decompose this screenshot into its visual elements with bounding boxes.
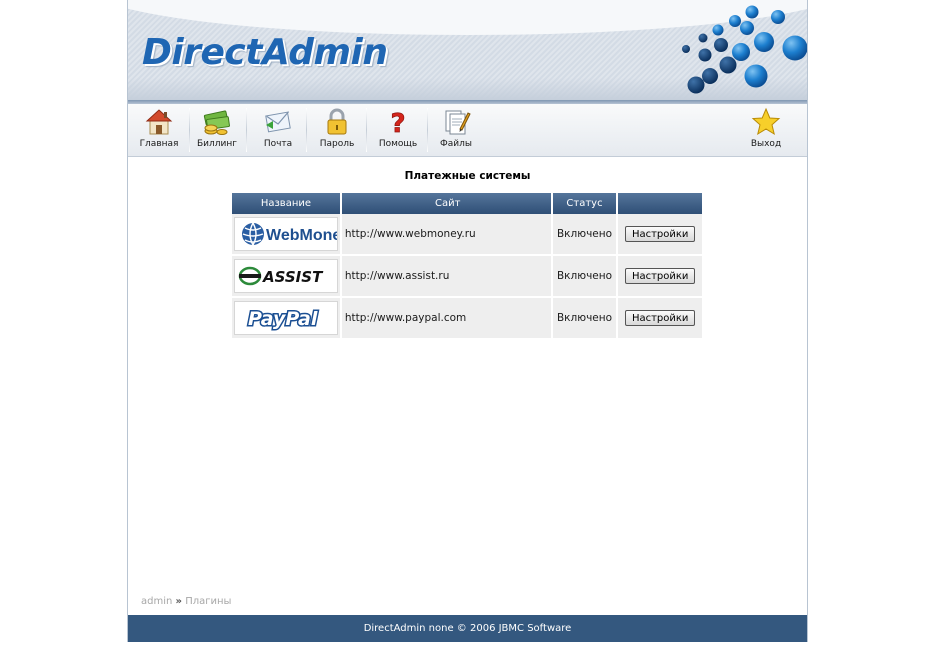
toolbar-help-label: Помощь: [378, 139, 418, 149]
toolbar-mail[interactable]: Почта: [248, 104, 308, 156]
question-icon: ?: [390, 109, 406, 137]
header-name: Название: [232, 193, 340, 214]
mail-icon: [265, 111, 291, 133]
table-row: WebMoney http://www.webmoney.ru Включено…: [232, 214, 702, 256]
row-status: Включено: [552, 256, 617, 298]
footer: DirectAdmin none © 2006 JBMC Software: [128, 615, 807, 642]
breadcrumb-admin[interactable]: admin: [141, 596, 172, 607]
home-icon: [145, 109, 173, 135]
table-row: ASSIST http://www.assist.ru Включено Нас…: [232, 256, 702, 298]
svg-text:?: ?: [390, 109, 405, 137]
settings-button[interactable]: Настройки: [625, 310, 696, 326]
row-site: http://www.paypal.com: [341, 298, 551, 340]
money-icon: [203, 110, 230, 135]
footer-text: DirectAdmin none © 2006 JBMC Software: [363, 623, 572, 634]
webmoney-logo: WebMoney: [233, 217, 350, 251]
toolbar-home[interactable]: Главная: [129, 104, 189, 156]
toolbar-logout-label: Выход: [750, 139, 782, 149]
directadmin-logo: DirectAdmin: [142, 32, 388, 73]
toolbar-billing-label: Биллинг: [197, 139, 237, 149]
toolbar-mail-label: Почта: [263, 139, 293, 149]
payment-systems-table: Название Сайт Статус WebMoney: [230, 193, 704, 340]
toolbar-files[interactable]: Файлы: [426, 104, 486, 156]
toolbar-logout[interactable]: Выход: [736, 104, 796, 156]
breadcrumb-separator: »: [175, 596, 182, 607]
svg-text:WebMoney: WebMoney: [266, 227, 337, 244]
page-container: DirectAdmin Главная Биллинг Почта Пароль…: [127, 0, 808, 642]
page-title: Платежные системы: [404, 170, 531, 182]
header-site: Сайт: [341, 193, 551, 214]
star-icon: [751, 107, 781, 136]
main-toolbar: Главная Биллинг Почта Пароль ? Помощь Фа…: [128, 104, 807, 157]
settings-button[interactable]: Настройки: [625, 226, 696, 242]
assist-logo: ASSIST: [233, 259, 338, 293]
table-header-row: Название Сайт Статус: [232, 193, 702, 214]
breadcrumb-plugins[interactable]: Плагины: [185, 596, 231, 607]
toolbar-home-label: Главная: [139, 139, 179, 149]
table-row: PayPal http://www.paypal.com Включено На…: [232, 298, 702, 340]
paypal-logo: PayPal: [233, 301, 338, 335]
breadcrumb: admin » Плагины: [141, 596, 231, 607]
row-site: http://www.assist.ru: [341, 256, 551, 298]
bubbles-decoration: [682, 5, 807, 94]
header-action: [618, 193, 702, 214]
header-status: Статус: [552, 193, 617, 214]
toolbar-files-label: Файлы: [440, 139, 472, 149]
row-status: Включено: [552, 214, 617, 256]
settings-button[interactable]: Настройки: [625, 268, 696, 284]
svg-text:PayPal: PayPal: [248, 308, 318, 330]
row-status: Включено: [552, 298, 617, 340]
files-icon: [445, 110, 471, 135]
header-banner: DirectAdmin: [128, 0, 807, 100]
toolbar-billing[interactable]: Биллинг: [187, 104, 247, 156]
svg-text:ASSIST: ASSIST: [262, 268, 324, 286]
lock-icon: [327, 108, 347, 135]
toolbar-password-label: Пароль: [319, 139, 355, 149]
row-site: http://www.webmoney.ru: [341, 214, 551, 256]
toolbar-help[interactable]: ? Помощь: [368, 104, 428, 156]
toolbar-password[interactable]: Пароль: [307, 104, 367, 156]
